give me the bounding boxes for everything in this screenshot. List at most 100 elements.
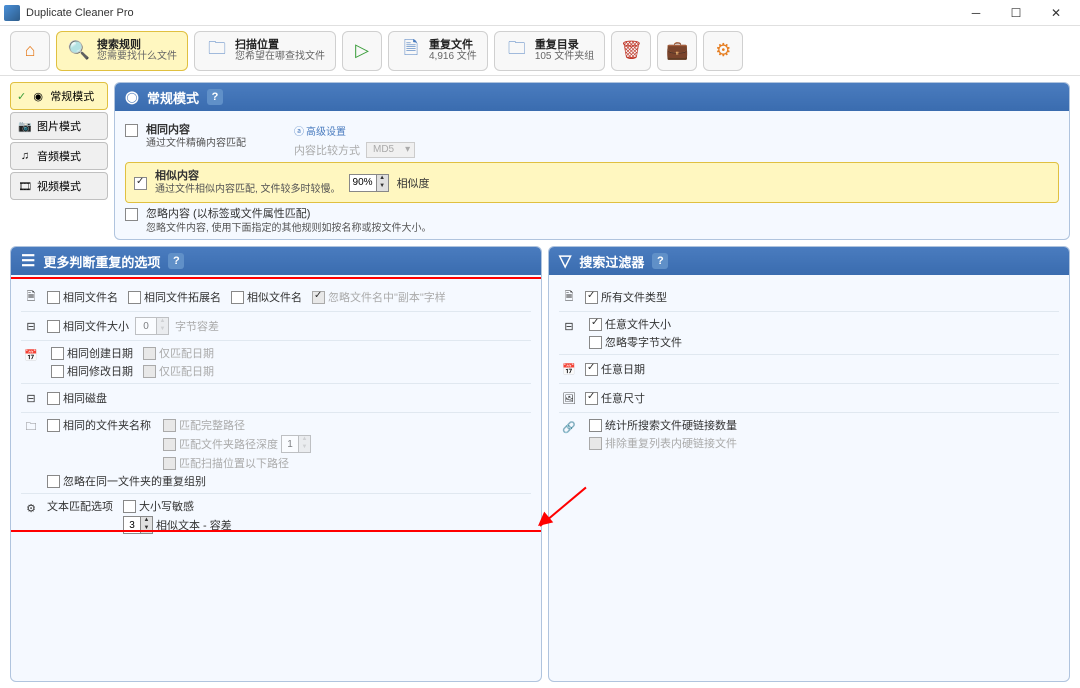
scan-location-tab[interactable]: 🗀 扫描位置 您希望在哪查找文件 [194,31,336,71]
mode-label: 图片模式 [37,118,81,134]
gear-icon: ⚙ [21,498,41,518]
close-button[interactable]: ✕ [1036,1,1076,25]
similarity-spinner[interactable]: ▲▼ [349,174,389,192]
similar-content-checkbox[interactable] [134,177,147,190]
any-dim-checkbox[interactable] [585,392,598,405]
chevron-up-icon: ⓐ [294,123,304,138]
start-scan-button[interactable]: ▷ [342,31,382,71]
mode-tabs: ✓ ◉ 常规模式 📷 图片模式 ♫ 音频模式 🎞 视频模式 [10,82,108,240]
same-ext-checkbox[interactable] [128,291,141,304]
option-desc: 通过文件相似内容匹配, 文件较多时较慢。 [155,183,341,196]
mode-label: 音频模式 [37,148,81,164]
mode-video[interactable]: 🎞 视频模式 [10,172,108,200]
date-only2-checkbox [143,365,156,378]
mode-image[interactable]: 📷 图片模式 [10,112,108,140]
link-icon: 🔗 [559,417,579,437]
size-tolerance-spinner: ▲▼ [135,317,169,335]
calendar-icon: 📅 [559,359,579,379]
tab-sub: 4,916 文件 [429,51,477,62]
camera-icon: 📷 [17,118,33,134]
tab-title: 重复文件 [429,39,477,51]
delete-button[interactable]: 🗑 [611,31,651,71]
ignore-content-checkbox[interactable] [125,208,138,221]
tab-sub: 您希望在哪查找文件 [235,51,325,62]
folder-tree-icon: 🗀 [21,417,41,437]
similar-filename-checkbox[interactable] [231,291,244,304]
all-types-checkbox[interactable] [585,291,598,304]
window-title: Duplicate Cleaner Pro [26,7,956,19]
similarity-label: 相似度 [397,175,430,191]
folder-icon: 🗀 [205,39,229,63]
settings-button[interactable]: ⚙ [703,31,743,71]
calendar-icon: 📅 [21,345,41,365]
disk-icon: ⊟ [21,388,41,408]
same-modified-checkbox[interactable] [51,365,64,378]
gear-icon: ⚙ [714,39,732,63]
toolbar: ⌂ 🔍 搜索规则 您需要找什么文件 🗀 扫描位置 您希望在哪查找文件 ▷ 🗎 重… [0,26,1080,76]
fingerprint-icon: ◉ [30,88,46,104]
tab-title: 重复目录 [535,39,594,51]
any-date-checkbox[interactable] [585,363,598,376]
more-options-panel: ☰ 更多判断重复的选项 ? 🗎 相同文件名 相同文件拓展名 相似文件名 忽略文件… [10,246,542,682]
spin-down[interactable]: ▼ [376,183,388,191]
help-button[interactable]: ? [207,89,223,105]
file-icon: 🗎 [21,287,41,307]
panel-title: 常规模式 [147,88,199,107]
home-button[interactable]: ⌂ [10,31,50,71]
mode-regular[interactable]: ✓ ◉ 常规模式 [10,82,108,110]
help-button[interactable]: ? [168,253,184,269]
hardlink-count-checkbox[interactable] [589,419,602,432]
list-icon: ☰ [21,251,35,271]
search-rule-tab[interactable]: 🔍 搜索规则 您需要找什么文件 [56,31,188,71]
compare-method-dropdown: MD5 [366,142,415,158]
play-icon: ▷ [353,39,371,63]
minimize-button[interactable]: ─ [956,1,996,25]
image-icon: 🖼 [559,388,579,408]
option-label: 相似内容 [155,169,341,183]
same-filename-checkbox[interactable] [47,291,60,304]
size-icon: ⊟ [21,316,41,336]
similarity-input[interactable] [350,177,376,188]
exclude-hardlink-checkbox [589,437,602,450]
titlebar: Duplicate Cleaner Pro ─ ☐ ✕ [0,0,1080,26]
film-icon: 🎞 [17,178,33,194]
files-icon: 🗎 [399,39,423,63]
mode-audio[interactable]: ♫ 音频模式 [10,142,108,170]
duplicate-files-tab[interactable]: 🗎 重复文件 4,916 文件 [388,31,488,71]
check-icon: ✓ [17,90,26,103]
date-only-checkbox [143,347,156,360]
maximize-button[interactable]: ☐ [996,1,1036,25]
file-icon: 🗎 [559,287,579,307]
same-folder-checkbox[interactable] [47,419,60,432]
case-sensitive-checkbox[interactable] [123,500,136,513]
ignore-same-folder-group-checkbox[interactable] [47,475,60,488]
advanced-settings-toggle[interactable]: ⓐ 高级设置 [294,123,415,138]
help-button[interactable]: ? [652,253,668,269]
tab-title: 扫描位置 [235,39,325,51]
magnifier-icon: 🔍 [67,39,91,63]
same-size-checkbox[interactable] [47,320,60,333]
annotation-arrow [540,525,600,527]
same-disk-checkbox[interactable] [47,392,60,405]
ignore-copy-checkbox [312,291,325,304]
ignore-zero-checkbox[interactable] [589,336,602,349]
search-filter-panel: ▽ 搜索过滤器 ? 🗎 所有文件类型 ⊟ 任意文件大小 忽略零字节文件 📅 [548,246,1070,682]
option-desc: 忽略文件内容, 使用下面指定的其他规则如按名称或按文件大小。 [146,222,432,235]
panel-title: 搜索过滤器 [579,252,644,271]
mode-label: 视频模式 [37,178,81,194]
text-tolerance-spinner[interactable]: ▲▼ [123,516,153,534]
trash-icon: 🗑 [620,39,643,63]
briefcase-icon: 💼 [666,39,688,63]
same-content-checkbox[interactable] [125,124,138,137]
any-size-checkbox[interactable] [589,318,602,331]
panel-title: 更多判断重复的选项 [43,252,160,271]
tab-sub: 105 文件夹组 [535,51,594,62]
music-icon: ♫ [17,148,33,164]
duplicate-dirs-tab[interactable]: 🗀 重复目录 105 文件夹组 [494,31,605,71]
same-created-checkbox[interactable] [51,347,64,360]
similar-content-box: 相似内容 通过文件相似内容匹配, 文件较多时较慢。 ▲▼ 相似度 [125,162,1059,203]
toolbox-button[interactable]: 💼 [657,31,697,71]
compare-method-row: 内容比较方式 MD5 [294,142,415,158]
spin-up[interactable]: ▲ [376,175,388,183]
option-label: 忽略内容 (以标签或文件属性匹配) [146,207,432,221]
